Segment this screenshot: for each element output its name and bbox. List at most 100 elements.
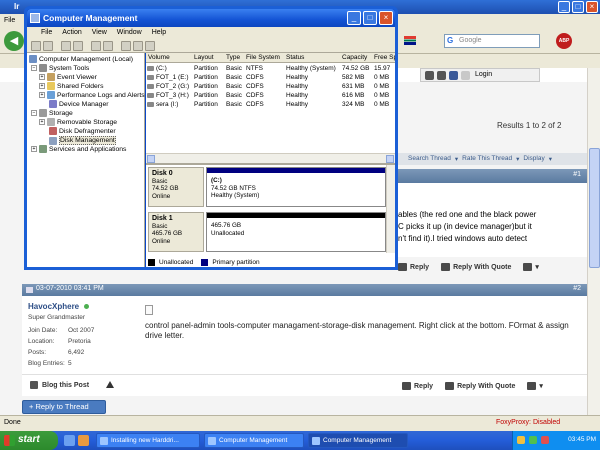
menu-view[interactable]: View	[92, 29, 107, 39]
post2-username[interactable]: HavocXphere	[28, 302, 79, 311]
expand-icon[interactable]: +	[31, 146, 37, 152]
settings-icon[interactable]	[145, 41, 155, 51]
show-desktop-icon[interactable]	[64, 435, 75, 446]
tree-item-shared-folders[interactable]: + Shared Folders	[39, 82, 103, 90]
close-button[interactable]: ×	[379, 11, 393, 25]
minimize-button[interactable]: _	[558, 1, 570, 13]
menu-help[interactable]: Help	[152, 29, 166, 39]
rate-thread-link[interactable]: Rate This Thread	[462, 155, 512, 165]
tree-item-event-viewer[interactable]: + Event Viewer	[39, 73, 97, 81]
report-icon[interactable]	[106, 381, 114, 388]
disk-pane-scrollbar[interactable]	[386, 165, 395, 253]
up-icon[interactable]	[61, 41, 71, 51]
multi-quote-button[interactable]: ▾	[523, 263, 539, 271]
disk1-label[interactable]: Disk 1 Basic 465.76 GB Online	[148, 212, 204, 252]
network-icon[interactable]	[529, 436, 537, 444]
column-type[interactable]: Type	[226, 54, 246, 61]
export-icon[interactable]	[121, 41, 131, 51]
tree-item-disk-management[interactable]: Disk Management	[49, 136, 116, 145]
column-volume[interactable]: Volume	[148, 54, 192, 61]
security-icon[interactable]	[541, 436, 549, 444]
expand-icon[interactable]: +	[39, 119, 45, 125]
firefox-icon[interactable]	[78, 435, 89, 446]
tree-item-removable-storage[interactable]: + Removable Storage	[39, 118, 117, 126]
scroll-right-icon[interactable]	[386, 155, 394, 163]
reply-button[interactable]: Reply	[402, 382, 433, 390]
tree-item-computer-management[interactable]: Computer Management (Local)	[29, 55, 133, 63]
forward-icon[interactable]	[43, 41, 53, 51]
tree-item-device-manager[interactable]: Device Manager	[49, 100, 109, 108]
task-firefox[interactable]: Installing new Harddri...	[96, 433, 200, 448]
back-button[interactable]: ◀	[4, 31, 24, 51]
clock[interactable]: 03:45 PM	[568, 436, 596, 443]
tree-item-storage[interactable]: − Storage	[31, 109, 73, 117]
collapse-icon[interactable]: −	[31, 110, 37, 116]
post1-number[interactable]: #1	[573, 171, 581, 178]
refresh-icon[interactable]	[133, 41, 143, 51]
help-icon[interactable]	[103, 41, 113, 51]
menu-file[interactable]: File	[41, 29, 52, 39]
tree-item-disk-defragmenter[interactable]: Disk Defragmenter	[49, 127, 116, 135]
volume-row[interactable]: FOT_1 (E:) Partition Basic CDFS Healthy …	[146, 73, 395, 82]
post2-number[interactable]: #2	[573, 285, 581, 292]
expand-icon[interactable]: +	[39, 92, 45, 98]
multi-quote-button[interactable]: ▾	[527, 382, 543, 390]
scroll-left-icon[interactable]	[147, 155, 155, 163]
tray-icon[interactable]	[517, 436, 525, 444]
tree-item-system-tools[interactable]: − System Tools	[31, 64, 89, 72]
reply-with-quote-button[interactable]: Reply With Quote	[441, 263, 511, 271]
search-input[interactable]: G Google	[444, 34, 540, 48]
rss-icon[interactable]	[437, 71, 446, 80]
taskbar: start Installing new Harddri... Computer…	[0, 431, 600, 450]
volume-hscrollbar[interactable]	[146, 153, 395, 163]
column-status[interactable]: Status	[286, 54, 338, 61]
column-capacity[interactable]: Capacity	[342, 54, 372, 61]
minimize-button[interactable]: _	[347, 11, 361, 25]
facebook-icon[interactable]	[449, 71, 458, 80]
expand-icon[interactable]: +	[39, 83, 45, 89]
task-computer-management-2[interactable]: Computer Management	[308, 433, 408, 448]
volume-row[interactable]: sera (I:) Partition Basic CDFS Healthy 3…	[146, 100, 395, 109]
blog-entries-row: Blog Entries: 5	[28, 360, 72, 367]
tree-item-services-applications[interactable]: + Services and Applications	[31, 145, 126, 153]
scrollbar-thumb[interactable]	[589, 148, 600, 268]
start-button[interactable]: start	[0, 431, 58, 450]
display-link[interactable]: Display	[523, 155, 544, 165]
column-free-space[interactable]: Free Sp	[374, 54, 395, 61]
properties-icon[interactable]	[91, 41, 101, 51]
reply-to-thread-button[interactable]: + Reply to Thread	[22, 400, 106, 414]
back-icon[interactable]	[31, 41, 41, 51]
home-icon[interactable]	[425, 71, 434, 80]
tree-item-performance-logs[interactable]: + Performance Logs and Alerts	[39, 91, 145, 99]
show-tree-icon[interactable]	[73, 41, 83, 51]
foxyproxy-status[interactable]: FoxyProxy: Disabled	[496, 419, 560, 426]
disk1-unallocated[interactable]: 465.76 GB Unallocated	[206, 212, 386, 252]
quote-icon	[441, 263, 451, 271]
column-layout[interactable]: Layout	[194, 54, 224, 61]
login-link[interactable]: Login	[475, 71, 492, 78]
search-thread-link[interactable]: Search Thread	[408, 155, 451, 165]
reply-button[interactable]: Reply	[398, 263, 429, 271]
volume-row[interactable]: FOT_3 (H:) Partition Basic CDFS Healthy …	[146, 91, 395, 100]
page-scrollbar[interactable]	[587, 68, 600, 423]
blog-this-post-button[interactable]: Blog this Post	[30, 381, 89, 389]
disk0-label[interactable]: Disk 0 Basic 74.52 GB Online	[148, 167, 204, 207]
multiquote-icon	[527, 382, 537, 390]
column-file-system[interactable]: File System	[246, 54, 286, 61]
reply-with-quote-button[interactable]: Reply With Quote	[445, 382, 515, 390]
volume-row[interactable]: FOT_2 (G:) Partition Basic CDFS Healthy …	[146, 82, 395, 91]
menu-action[interactable]: Action	[62, 29, 81, 39]
cm-titlebar[interactable]: Computer Management	[27, 9, 395, 27]
volume-row[interactable]: (C:) Partition Basic NTFS Healthy (Syste…	[146, 64, 395, 73]
expand-icon[interactable]: +	[39, 74, 45, 80]
task-computer-management-1[interactable]: Computer Management	[204, 433, 304, 448]
menu-window[interactable]: Window	[117, 29, 142, 39]
collapse-icon[interactable]: −	[31, 65, 37, 71]
adblock-icon[interactable]: ABP	[556, 33, 572, 49]
user-icon[interactable]	[461, 71, 470, 80]
disk0-partition-c[interactable]: (C:) 74.52 GB NTFS Healthy (System)	[206, 167, 386, 207]
maximize-button[interactable]: □	[363, 11, 377, 25]
maximize-button[interactable]: □	[572, 1, 584, 13]
close-button[interactable]: ×	[586, 1, 598, 13]
menu-file[interactable]: File	[4, 17, 15, 28]
